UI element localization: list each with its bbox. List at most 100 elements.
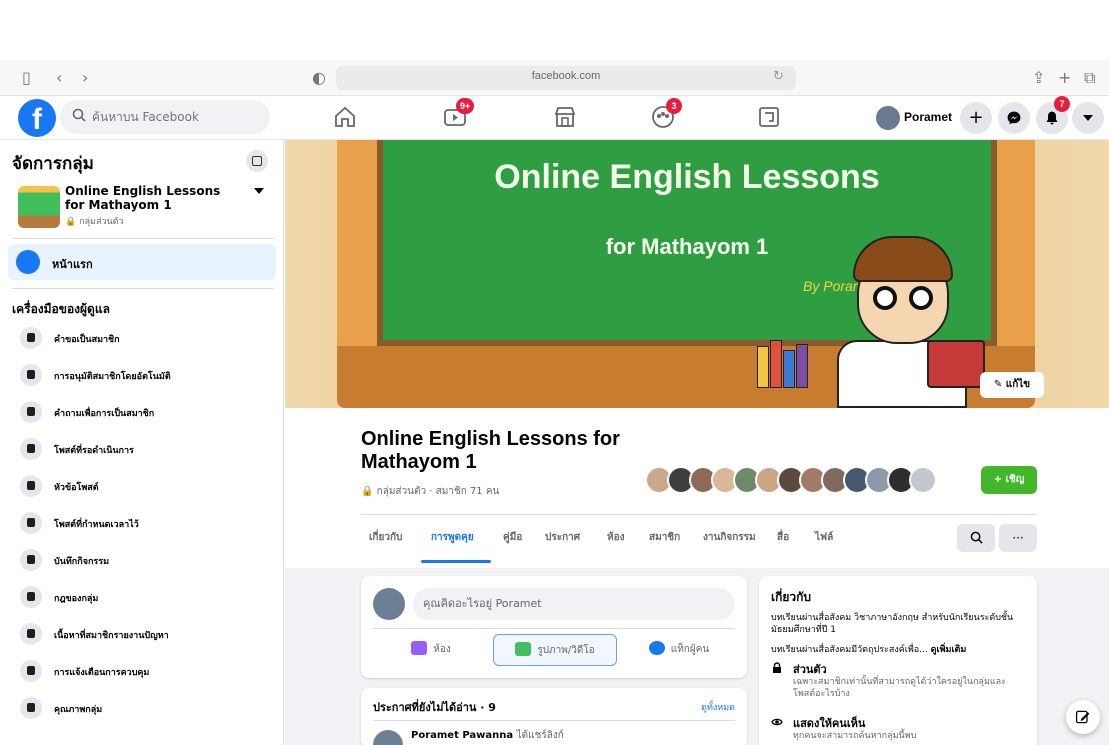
tab-events[interactable]: งานกิจกรรม bbox=[703, 530, 756, 545]
avatar bbox=[373, 730, 403, 745]
new-tab-icon[interactable]: + bbox=[1058, 68, 1071, 88]
nav-watch[interactable]: 9+ bbox=[442, 98, 475, 132]
account-menu-button[interactable] bbox=[1072, 102, 1104, 134]
profile-avatar bbox=[876, 106, 900, 130]
group-thumbnail bbox=[18, 186, 60, 228]
sidebar-item-reported-content[interactable]: เนื้อหาที่สมาชิกรายงานปัญหา bbox=[14, 620, 276, 650]
divider bbox=[373, 628, 735, 629]
more-options-button[interactable]: ··· bbox=[999, 524, 1037, 552]
see-more-link[interactable]: ดูเพิ่มเติม bbox=[931, 645, 967, 655]
edit-cover-button[interactable]: ✎ แก้ไข bbox=[980, 372, 1044, 398]
composer-input[interactable]: คุณคิดอะไรอยู่ Poramet bbox=[413, 588, 735, 620]
facebook-logo-icon[interactable]: f bbox=[18, 99, 56, 137]
tab-about[interactable]: เกี่ยวกับ bbox=[369, 530, 402, 545]
composer-photo-label: รูปภาพ/วิดีโอ bbox=[537, 645, 595, 656]
avatar bbox=[373, 588, 405, 620]
post-composer: คุณคิดอะไรอยู่ Poramet ห้อง รูปภาพ/วิดีโ… bbox=[361, 576, 747, 678]
new-message-button[interactable] bbox=[1066, 700, 1100, 734]
search-box[interactable] bbox=[60, 100, 270, 134]
top-margin bbox=[0, 0, 1109, 60]
moderation-alerts-icon bbox=[20, 660, 42, 682]
sidebar-item-pending-posts[interactable]: โพสต์ที่รอดำเนินการ bbox=[14, 435, 276, 465]
photo-icon bbox=[515, 642, 532, 656]
active-tab-indicator bbox=[421, 560, 491, 563]
author-action: ได้แชร์ลิงก์ bbox=[516, 730, 564, 741]
tabs-overview-icon[interactable]: ⧉ bbox=[1084, 68, 1095, 88]
tab-rooms[interactable]: ห้อง bbox=[607, 530, 624, 545]
plus-icon: + bbox=[968, 107, 984, 128]
divider bbox=[373, 720, 735, 721]
group-rules-icon bbox=[20, 586, 42, 608]
tab-members[interactable]: สมาชิก bbox=[649, 530, 680, 545]
sidebar-item-group-rules[interactable]: กฎของกลุ่ม bbox=[14, 583, 276, 613]
facebook-header: f 9+ 3 Poramet + 7 bbox=[0, 96, 1109, 140]
forward-icon[interactable]: › bbox=[82, 68, 88, 88]
divider bbox=[12, 238, 274, 239]
sidebar-item-label: คำขอเป็นสมาชิก bbox=[54, 335, 120, 345]
nav-home[interactable] bbox=[332, 104, 360, 132]
home-icon bbox=[16, 250, 40, 274]
sidebar-item-home[interactable]: หน้าแรก bbox=[8, 244, 276, 280]
tab-guides[interactable]: คู่มือ bbox=[503, 530, 522, 545]
create-button[interactable]: + bbox=[960, 102, 992, 134]
home-icon bbox=[335, 106, 355, 127]
sidebar-item-member-request[interactable]: คำขอเป็นสมาชิก bbox=[14, 324, 276, 354]
sidebar-item-moderation-alerts[interactable]: การแจ้งเตือนการควบคุม bbox=[14, 657, 276, 687]
group-name: Online English Lessons for Mathayom 1 bbox=[361, 428, 620, 473]
notifications-button[interactable]: 7 bbox=[1036, 96, 1070, 134]
invite-button[interactable]: + เชิญ bbox=[981, 466, 1037, 494]
unread-announcements: ประกาศที่ยังไม่ได้อ่าน · 9 ดูทั้งหมด Por… bbox=[361, 688, 747, 745]
back-icon[interactable]: ‹ bbox=[56, 68, 62, 88]
marketplace-icon bbox=[554, 107, 576, 127]
nav-groups[interactable]: 3 bbox=[650, 98, 682, 132]
search-input[interactable] bbox=[92, 107, 262, 127]
gaming-icon bbox=[759, 107, 779, 127]
sidebar-item-activity-log[interactable]: บันทึกกิจกรรม bbox=[14, 546, 276, 576]
group-meta-text: กลุ่มส่วนตัว · สมาชิก 71 คน bbox=[376, 486, 500, 497]
share-icon[interactable]: ⇪ bbox=[1032, 68, 1045, 88]
divider bbox=[12, 288, 274, 289]
sidebar-item-auto-approve[interactable]: การอนุมัติสมาชิกโดยอัตโนมัติ bbox=[14, 361, 276, 391]
admin-tools-heading: เครื่องมือของผู้ดูแล bbox=[12, 302, 110, 316]
chevron-down-icon bbox=[1083, 115, 1093, 121]
group-switcher[interactable]: Online English Lessons for Mathayom 1 🔒 … bbox=[18, 182, 276, 232]
tab-announcements[interactable]: ประกาศ bbox=[545, 530, 580, 545]
tab-files[interactable]: ไฟล์ bbox=[815, 530, 833, 545]
author-name[interactable]: Poramet Pawanna bbox=[411, 730, 513, 741]
announcement-author[interactable]: Poramet Pawanna ได้แชร์ลิงก์ bbox=[411, 728, 564, 743]
messenger-button[interactable] bbox=[998, 102, 1030, 134]
search-icon bbox=[72, 108, 86, 122]
about-description-more: บทเรียนผ่านสื่อสังคมมีวัตถุประสงค์เพื่อ.… bbox=[771, 642, 1029, 656]
tab-media[interactable]: สื่อ bbox=[777, 530, 789, 545]
compose-icon bbox=[1075, 710, 1090, 724]
group-switcher-privacy: 🔒 กลุ่มส่วนตัว bbox=[65, 217, 124, 227]
sidebar-item-membership-questions[interactable]: คำถามเพื่อการเป็นสมาชิก bbox=[14, 398, 276, 428]
search-icon bbox=[970, 531, 983, 544]
sidebar-item-scheduled-posts[interactable]: โพสต์ที่กำหนดเวลาไว้ bbox=[14, 509, 276, 539]
video-room-icon bbox=[411, 641, 428, 655]
tab-discussion[interactable]: การพูดคุย bbox=[431, 530, 474, 545]
address-bar[interactable]: facebook.com ↻ bbox=[336, 66, 796, 90]
announcements-title: ประกาศที่ยังไม่ได้อ่าน · 9 bbox=[373, 701, 496, 714]
sidebar-item-label: คำถามเพื่อการเป็นสมาชิก bbox=[54, 409, 155, 419]
sidebar-item-group-quality[interactable]: คุณภาพกลุ่ม bbox=[14, 694, 276, 724]
composer-room-button[interactable]: ห้อง bbox=[369, 634, 493, 666]
lock-icon bbox=[773, 662, 781, 673]
about-card: เกี่ยวกับ บทเรียนผ่านสื่อสังคม วิชาภาษาอ… bbox=[759, 576, 1037, 745]
see-all-link[interactable]: ดูทั้งหมด bbox=[701, 700, 735, 714]
reload-icon[interactable]: ↻ bbox=[773, 69, 784, 84]
profile-chip[interactable]: Poramet bbox=[872, 102, 952, 134]
post-topics-icon bbox=[20, 475, 42, 497]
sidebar-toggle-icon[interactable]: ▯ bbox=[22, 68, 31, 88]
composer-tag-label: แท็กผู้คน bbox=[670, 644, 710, 655]
laptop-illustration bbox=[927, 340, 985, 388]
composer-tag-button[interactable]: แท็กผู้คน bbox=[617, 634, 741, 666]
sidebar-item-post-topics[interactable]: หัวข้อโพสต์ bbox=[14, 472, 276, 502]
composer-photo-button[interactable]: รูปภาพ/วิดีโอ bbox=[493, 634, 617, 666]
nav-gaming[interactable] bbox=[756, 104, 784, 132]
about-title: เกี่ยวกับ bbox=[771, 590, 812, 604]
collapse-sidebar-icon[interactable] bbox=[246, 150, 268, 172]
group-search-button[interactable] bbox=[957, 524, 995, 552]
nav-marketplace[interactable] bbox=[552, 104, 580, 132]
privacy-shield-icon[interactable]: ◐ bbox=[312, 68, 326, 88]
